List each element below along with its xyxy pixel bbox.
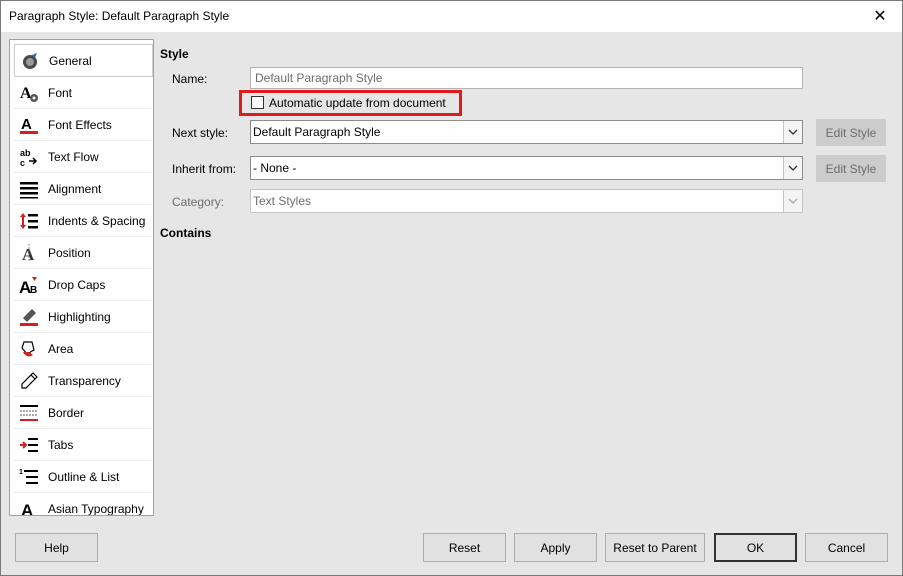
sidebar-item-label: Indents & Spacing bbox=[48, 213, 146, 228]
sidebar-item-alignment[interactable]: Alignment bbox=[14, 173, 151, 205]
sidebar-item-drop-caps[interactable]: AB Drop Caps bbox=[14, 269, 151, 301]
sidebar-item-label: Drop Caps bbox=[48, 277, 106, 292]
sidebar-item-outline-list[interactable]: 1 Outline & List bbox=[14, 461, 151, 493]
alignment-icon bbox=[18, 178, 40, 200]
contains-heading: Contains bbox=[160, 226, 212, 240]
area-icon bbox=[18, 338, 40, 360]
sidebar-item-general[interactable]: General bbox=[14, 44, 153, 77]
name-field[interactable]: Default Paragraph Style bbox=[250, 67, 803, 89]
sidebar-item-position[interactable]: A Position bbox=[14, 237, 151, 269]
help-button[interactable]: Help bbox=[15, 533, 98, 562]
cancel-button[interactable]: Cancel bbox=[805, 533, 888, 562]
sidebar: General A Font A Font Effects ab c Text F… bbox=[9, 39, 154, 516]
text-flow-icon: ab c bbox=[18, 146, 40, 168]
sidebar-item-border[interactable]: Border bbox=[14, 397, 151, 429]
style-heading: Style bbox=[160, 47, 189, 61]
window-title: Paragraph Style: Default Paragraph Style bbox=[9, 9, 230, 23]
sidebar-item-label: Font Effects bbox=[48, 117, 112, 132]
next-style-value: Default Paragraph Style bbox=[253, 125, 381, 139]
drop-caps-icon: AB bbox=[18, 274, 40, 296]
reset-button[interactable]: Reset bbox=[423, 533, 506, 562]
tabs-icon bbox=[18, 434, 40, 456]
sidebar-item-label: Tabs bbox=[48, 437, 74, 452]
inherit-from-label: Inherit from: bbox=[172, 162, 237, 176]
highlighting-icon bbox=[18, 306, 40, 328]
sidebar-item-asian-typography[interactable]: A Asian Typography bbox=[14, 493, 151, 516]
sidebar-item-label: Text Flow bbox=[48, 149, 99, 164]
svg-text:A: A bbox=[20, 85, 32, 102]
sidebar-item-label: Highlighting bbox=[48, 309, 111, 324]
sidebar-item-label: Outline & List bbox=[48, 469, 120, 484]
sidebar-item-label: Border bbox=[48, 405, 85, 420]
chevron-down-icon[interactable] bbox=[783, 157, 802, 179]
sidebar-item-area[interactable]: Area bbox=[14, 333, 151, 365]
chevron-down-icon[interactable] bbox=[783, 121, 802, 143]
chevron-down-icon bbox=[783, 190, 802, 212]
auto-update-label[interactable]: Automatic update from document bbox=[269, 96, 446, 110]
sidebar-item-highlighting[interactable]: Highlighting bbox=[14, 301, 151, 333]
inherit-from-select[interactable]: - None - bbox=[250, 156, 803, 180]
sidebar-item-text-flow[interactable]: ab c Text Flow bbox=[14, 141, 151, 173]
sidebar-item-label: General bbox=[49, 53, 92, 68]
sidebar-item-label: Alignment bbox=[48, 181, 102, 196]
ok-button[interactable]: OK bbox=[714, 533, 797, 562]
font-effects-icon: A bbox=[18, 114, 40, 136]
sidebar-item-label: Font bbox=[48, 85, 73, 100]
title-bar: Paragraph Style: Default Paragraph Style… bbox=[0, 0, 903, 33]
category-value: Text Styles bbox=[253, 194, 312, 208]
font-icon: A bbox=[18, 82, 40, 104]
apply-button[interactable]: Apply bbox=[514, 533, 597, 562]
sidebar-item-font[interactable]: A Font bbox=[14, 77, 151, 109]
reset-to-parent-button[interactable]: Reset to Parent bbox=[605, 533, 705, 562]
outline-list-icon: 1 bbox=[18, 466, 40, 488]
name-label: Name: bbox=[172, 72, 208, 86]
next-style-edit-button[interactable]: Edit Style bbox=[816, 119, 886, 146]
next-style-select[interactable]: Default Paragraph Style bbox=[250, 120, 803, 144]
sidebar-item-tabs[interactable]: Tabs bbox=[14, 429, 151, 461]
border-icon bbox=[18, 402, 40, 424]
category-label: Category: bbox=[172, 195, 225, 209]
svg-text:A: A bbox=[21, 116, 32, 133]
sidebar-item-indents-spacing[interactable]: Indents & Spacing bbox=[14, 205, 151, 237]
sidebar-item-label: Asian Typography bbox=[48, 501, 144, 516]
sidebar-item-font-effects[interactable]: A Font Effects bbox=[14, 109, 151, 141]
asian-typography-icon: A bbox=[18, 498, 40, 517]
sidebar-item-label: Position bbox=[48, 245, 91, 260]
svg-text:c: c bbox=[20, 158, 25, 167]
general-icon bbox=[19, 50, 41, 72]
svg-text:B: B bbox=[30, 285, 37, 295]
svg-text:1: 1 bbox=[19, 469, 23, 476]
next-style-label: Next style: bbox=[172, 126, 229, 140]
svg-text:ab: ab bbox=[20, 148, 31, 158]
close-icon[interactable]: ✕ bbox=[857, 0, 903, 32]
inherit-from-value: - None - bbox=[253, 161, 297, 175]
category-select: Text Styles bbox=[250, 189, 803, 213]
indents-spacing-icon bbox=[18, 210, 40, 232]
inherit-from-edit-button[interactable]: Edit Style bbox=[816, 155, 886, 182]
transparency-icon bbox=[18, 370, 40, 392]
sidebar-item-label: Area bbox=[48, 341, 74, 356]
sidebar-item-transparency[interactable]: Transparency bbox=[14, 365, 151, 397]
auto-update-checkbox[interactable] bbox=[251, 96, 264, 109]
position-icon: A bbox=[18, 242, 40, 264]
svg-text:A: A bbox=[21, 501, 33, 517]
sidebar-item-label: Transparency bbox=[48, 373, 121, 388]
svg-text:A: A bbox=[22, 245, 35, 263]
